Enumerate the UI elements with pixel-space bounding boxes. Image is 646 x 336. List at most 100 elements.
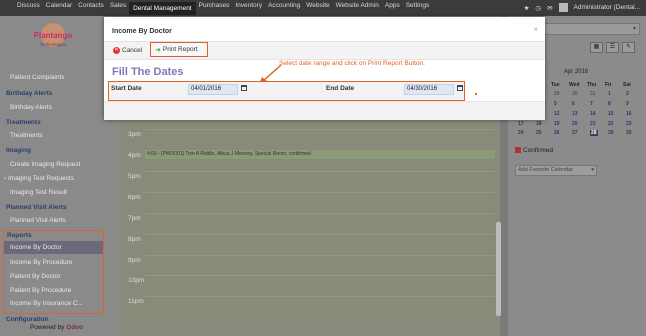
calendar-day[interactable]: 20 (572, 121, 578, 127)
hour-label: 6pm (128, 194, 141, 201)
sidebar-item-patient-complaints[interactable]: Patient Complaints (10, 74, 65, 81)
calendar-day[interactable]: 6 (572, 101, 575, 107)
start-date-field[interactable]: 04/01/2016 (188, 84, 238, 95)
menu-item-purchases[interactable]: Purchases (196, 2, 233, 15)
calendar-day[interactable]: 22 (608, 121, 614, 127)
sidebar-item-patient-by-doctor[interactable]: Patient By Doctor (10, 273, 61, 280)
sidebar-item-income-by-procedure[interactable]: Income By Procedure (10, 259, 73, 266)
svg-text:Plantango: Plantango (34, 31, 73, 40)
calendar-day[interactable]: 7 (590, 101, 593, 107)
hour-label: 11pm (128, 298, 144, 305)
calendar-day[interactable]: 28 (590, 130, 598, 136)
calendar-day[interactable]: 29 (608, 130, 614, 136)
print-report-button[interactable]: ➜ Print Report (150, 42, 208, 57)
calendar-day[interactable]: 30 (572, 91, 578, 97)
sidebar-item-create-imaging[interactable]: Create Imaging Request (10, 161, 80, 168)
calendar-day[interactable]: 31 (590, 91, 596, 97)
print-label: Print Report (162, 46, 198, 53)
calendar-day[interactable]: 1 (608, 91, 611, 97)
menu-item-inventory[interactable]: Inventory (232, 2, 265, 15)
sidebar-item-imaging-test-result[interactable]: Imaging Test Result (10, 189, 67, 196)
sidebar-item-label: Imaging Test Requests (7, 175, 74, 182)
sidebar-section-imaging: Imaging (6, 147, 31, 154)
scrollbar[interactable] (496, 222, 501, 316)
menu-item-apps[interactable]: Apps (382, 2, 403, 15)
menu-item-calendar[interactable]: Calendar (43, 2, 75, 15)
start-date-label: Start Date (111, 85, 142, 92)
avatar[interactable] (558, 3, 568, 12)
cancel-label: Cancel (122, 47, 143, 54)
menu-item-contacts[interactable]: Contacts (75, 2, 107, 15)
end-date-field[interactable]: 04/30/2016 (404, 84, 454, 95)
calendar-day[interactable]: 19 (554, 121, 560, 127)
calendar-day[interactable]: 25 (536, 130, 542, 136)
add-favorite-calendar[interactable]: Add Favorite Calendar ▾ (515, 165, 597, 176)
weekday-label: Tue (551, 82, 560, 88)
hour-label: 7pm (128, 215, 141, 222)
hour-line (145, 213, 495, 214)
sidebar-section-treatments: Treatments (6, 119, 41, 126)
calendar-day[interactable]: 5 (554, 101, 557, 107)
calendar-day[interactable]: 15 (608, 111, 614, 117)
app-menu: Discuss Calendar Contacts Sales Dental Manag… (14, 1, 433, 15)
svg-text:Technologies: Technologies (40, 42, 67, 47)
close-icon[interactable]: × (533, 25, 538, 34)
chevron-down-icon: ▾ (591, 167, 594, 173)
star-icon[interactable]: ★ (524, 4, 530, 12)
calendar-day[interactable]: 2 (626, 91, 629, 97)
clock-icon[interactable]: ◷ (535, 4, 541, 12)
menu-item-discuss[interactable]: Discuss (14, 2, 43, 15)
dialog-footer (104, 101, 545, 120)
menu-item-dental-management[interactable]: Dental Management (129, 1, 196, 15)
sidebar-item-treatments[interactable]: Treatments (10, 132, 43, 139)
calendar-day[interactable]: 14 (590, 111, 596, 117)
calendar-day[interactable]: 26 (554, 130, 560, 136)
filter-confirmed[interactable]: Confirmed (515, 147, 553, 154)
form-view-button[interactable]: ✎ (622, 42, 635, 53)
calendar-day[interactable]: 13 (572, 111, 578, 117)
calendar-view-button[interactable]: ▦ (590, 42, 603, 53)
calendar-day[interactable]: 9 (626, 101, 629, 107)
menu-item-settings[interactable]: Settings (403, 2, 433, 15)
hour-label: 10pm (128, 277, 145, 284)
menu-item-website[interactable]: Website (303, 2, 332, 15)
menu-item-sales[interactable]: Sales (107, 2, 129, 15)
calendar-day[interactable]: 29 (554, 91, 560, 97)
calendar-day[interactable]: 18 (536, 121, 542, 127)
calendar-day[interactable]: 8 (608, 101, 611, 107)
sidebar-item-birthday-alerts[interactable]: Birthday Alerts (10, 104, 52, 111)
menu-item-website-admin[interactable]: Website Admin (333, 2, 382, 15)
checkbox-icon[interactable] (515, 147, 521, 154)
favorite-placeholder: Add Favorite Calendar (518, 167, 574, 173)
sidebar-item-income-by-insurance[interactable]: Income By Insurance C... (10, 300, 83, 307)
calendar-day[interactable]: 12 (554, 111, 560, 117)
calendar-event[interactable]: 4:00 - [PM/2001] Tom A Riddle, Albus J M… (145, 150, 495, 159)
cancel-button[interactable]: ✕ Cancel (113, 45, 142, 56)
hour-line (145, 275, 495, 276)
odoo-brand[interactable]: Odoo (66, 324, 83, 331)
calendar-day[interactable]: 30 (626, 130, 632, 136)
sidebar-item-income-by-doctor[interactable]: Income By Doctor (10, 244, 62, 251)
hour-line (145, 234, 495, 235)
calendar-day[interactable]: 16 (626, 111, 632, 117)
calendar-day[interactable]: 24 (518, 130, 524, 136)
dialog-title: Income By Doctor (112, 28, 172, 35)
calendar-day[interactable]: 17 (518, 121, 524, 127)
required-marker (475, 93, 477, 95)
calendar-icon[interactable] (241, 85, 247, 91)
sidebar-item-imaging-test-requests[interactable]: › Imaging Test Requests (4, 175, 74, 182)
section-title: Fill The Dates (112, 66, 184, 78)
sidebar-item-patient-by-procedure[interactable]: Patient By Procedure (10, 287, 71, 294)
chat-icon[interactable]: ✉ (547, 4, 552, 12)
calendar-day[interactable]: 23 (626, 121, 632, 127)
edit-icon: ✎ (625, 44, 632, 50)
calendar-day[interactable]: 21 (590, 121, 596, 127)
powered-by-label: Powered by (30, 324, 65, 331)
list-view-button[interactable]: ☰ (606, 42, 619, 53)
calendar-day[interactable]: 27 (572, 130, 578, 136)
sidebar-item-planned-visit[interactable]: Planned Visit Alerts (10, 217, 66, 224)
menu-item-accounting[interactable]: Accounting (265, 2, 303, 15)
calendar-icon[interactable] (457, 85, 463, 91)
user-name[interactable]: Administrator (Dental... (574, 4, 640, 11)
hour-line (145, 171, 495, 172)
